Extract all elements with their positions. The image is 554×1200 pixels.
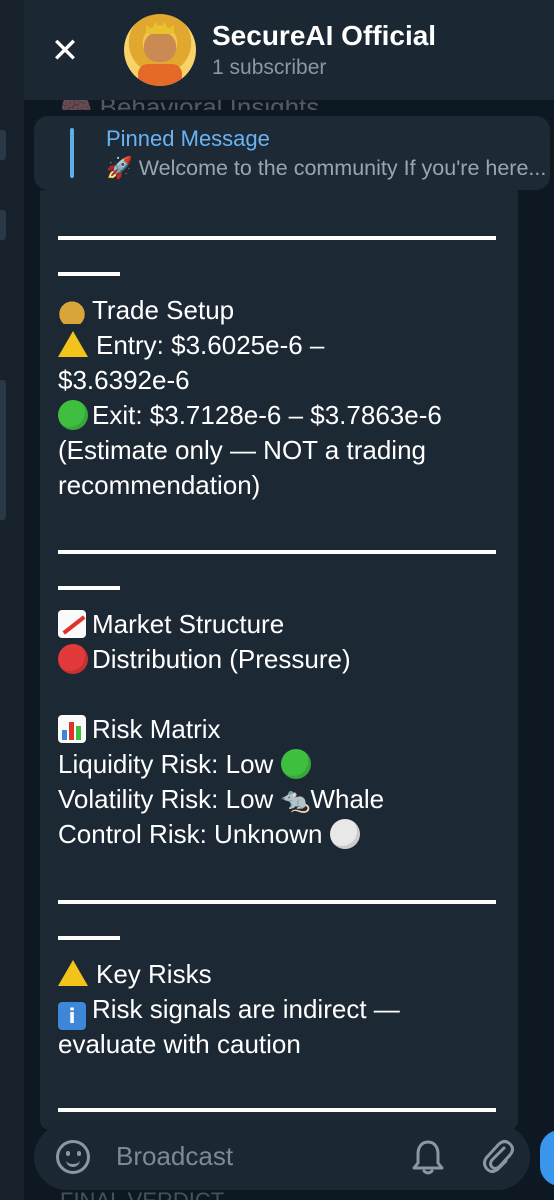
info-icon: i [58,1002,86,1030]
emoji-icon[interactable] [56,1140,90,1174]
green-circle-icon [58,400,88,430]
white-circle-icon [329,819,360,849]
green-circle-icon [280,749,311,779]
market-structure-heading: Market Structure [58,607,284,642]
chart-up-icon [58,610,86,638]
gutter-tick [0,380,6,520]
trade-setup-heading: Trade Setup [58,293,234,328]
key-risks-line: i Risk signals are indirect — [58,992,400,1030]
gutter-tick [0,210,6,240]
bell-icon[interactable] [410,1138,446,1176]
close-icon: ✕ [50,31,80,71]
note-line: recommendation) [58,470,261,500]
divider [58,936,120,940]
divider [58,1108,496,1112]
note-line: (Estimate only — NOT a trading [58,435,426,465]
divider [58,272,120,276]
avatar[interactable] [124,14,196,86]
subscriber-count: 1 subscriber [212,56,327,79]
liquidity-risk: Liquidity Risk: Low [58,747,315,782]
attach-icon[interactable] [480,1138,516,1176]
key-risks-heading: Key Risks [58,957,212,992]
pinned-preview: 🚀 Welcome to the community If you're her… [106,156,547,180]
volatility-risk: Volatility Risk: Low 🐀Whale [58,784,385,814]
money-bag-icon [58,296,86,324]
warning-icon [58,960,88,986]
broadcast-bar: Broadcast [34,1124,530,1190]
close-button[interactable]: ✕ [40,28,90,74]
exit-line: Exit: $3.7128e-6 – $3.7863e-6 [58,398,442,433]
market-status: Distribution (Pressure) [58,642,351,677]
entry-line: Entry: $3.6025e-6 – [58,328,324,363]
channel-title[interactable]: SecureAI Official [212,20,436,52]
divider [58,900,496,904]
broadcast-input[interactable]: Broadcast [116,1141,233,1172]
divider [58,236,496,240]
pinned-indicator [70,128,74,178]
rat-icon: 🐀 [280,787,311,814]
bar-chart-icon [58,715,86,743]
gutter-tick [0,130,6,160]
left-gutter [0,0,24,1200]
warning-icon [58,331,88,357]
entry-line-cont: $3.6392e-6 [58,365,190,395]
pinned-message[interactable]: Pinned Message 🚀 Welcome to the communit… [34,116,550,190]
control-risk: Control Risk: Unknown [58,817,364,852]
divider [58,586,120,590]
risk-matrix-heading: Risk Matrix [58,712,221,747]
key-risks-line: evaluate with caution [58,1029,301,1059]
red-circle-icon [58,644,88,674]
pinned-title: Pinned Message [106,126,270,151]
divider [58,550,496,554]
